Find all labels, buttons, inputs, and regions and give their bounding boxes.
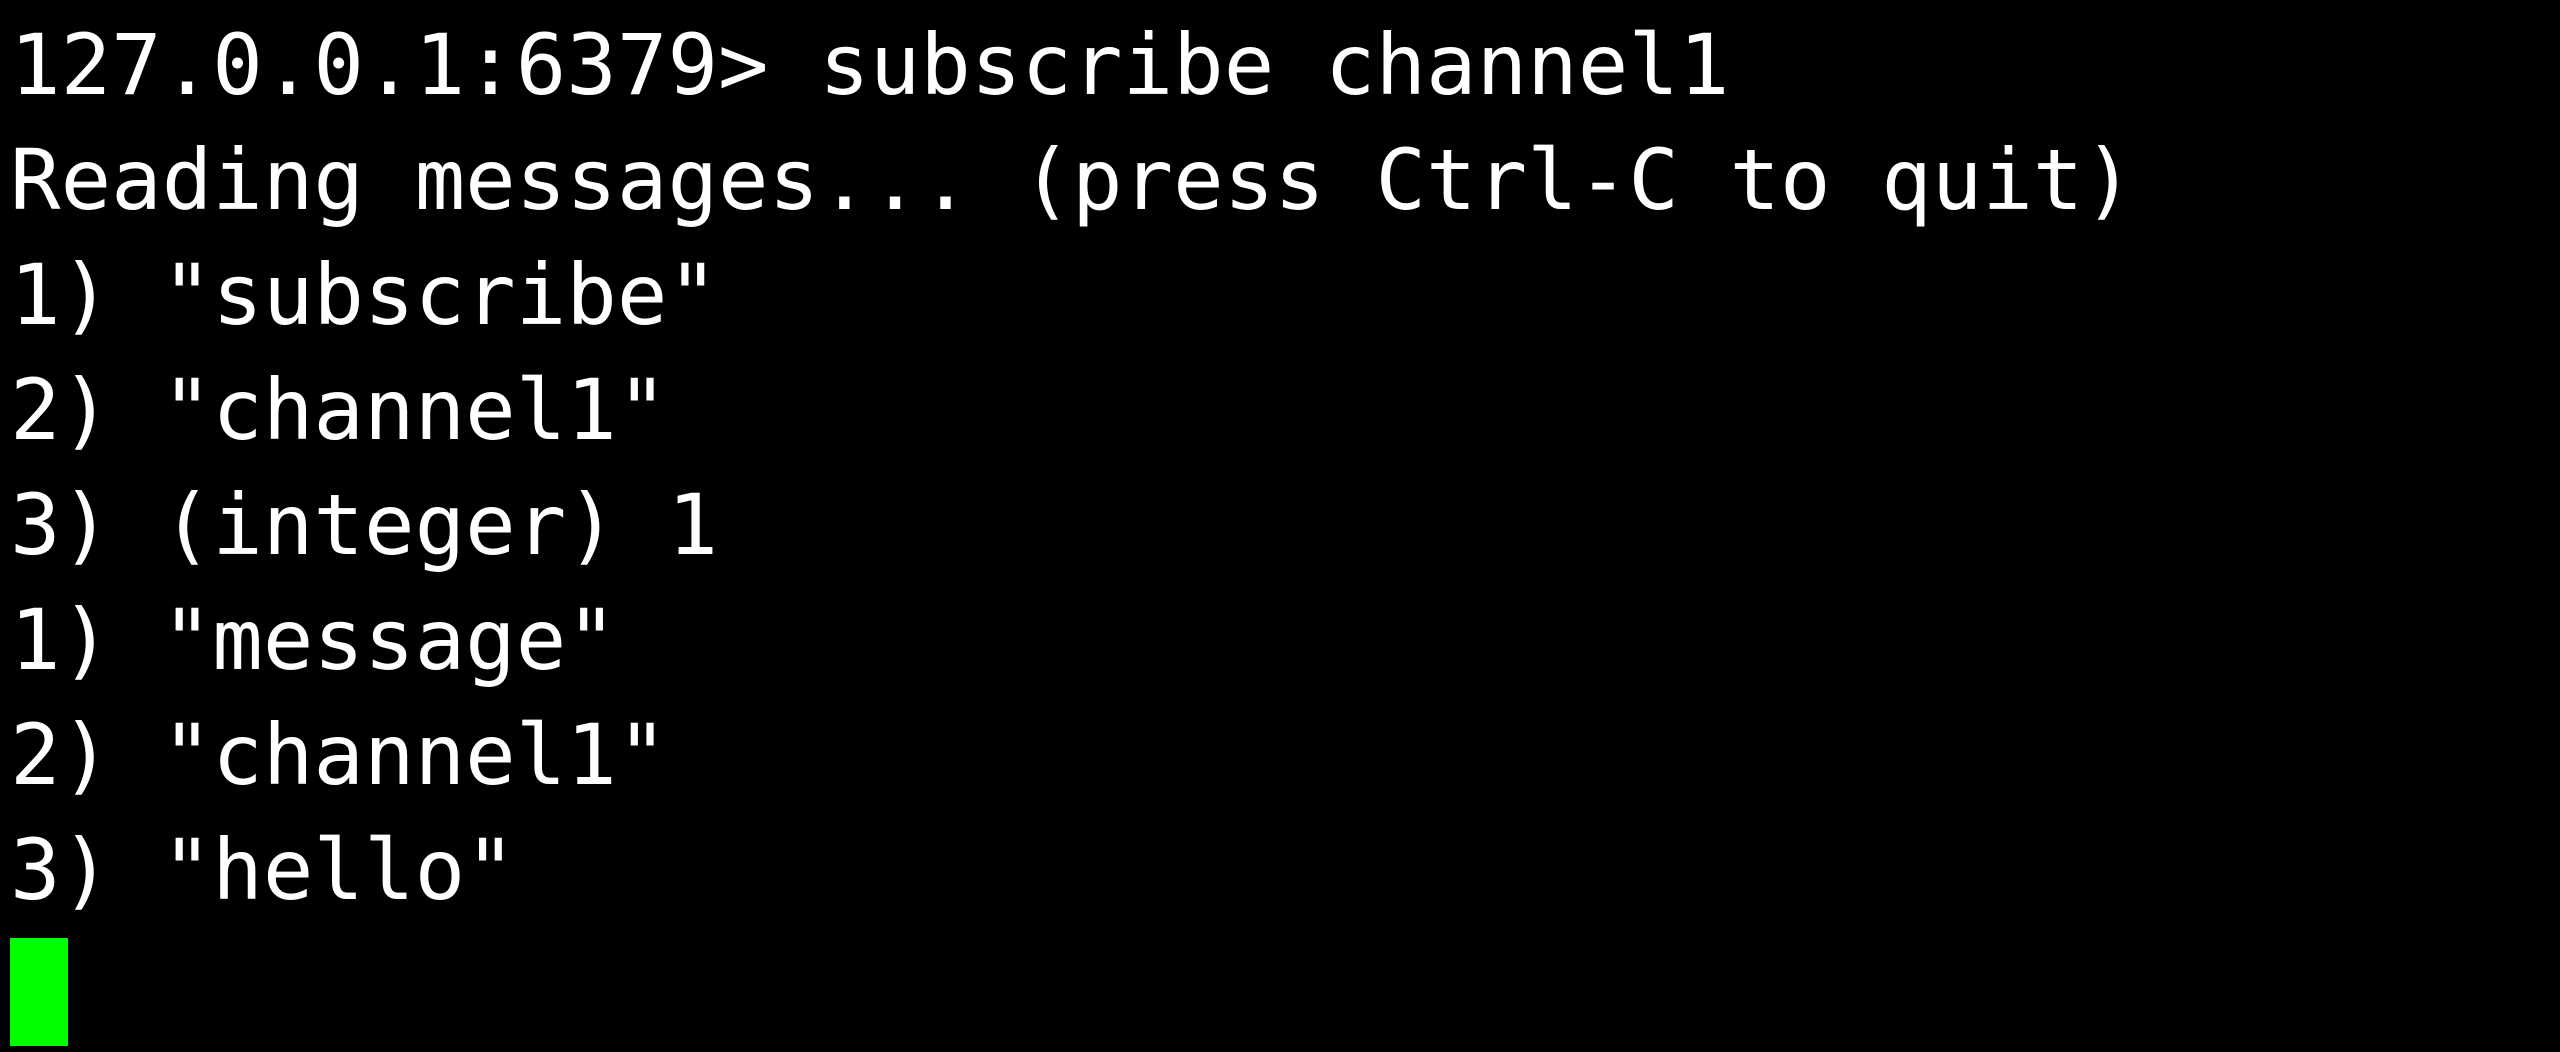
output-line: 3) "hello" [10, 821, 516, 919]
output-line: 2) "channel1" [10, 361, 668, 459]
output-line: 3) (integer) 1 [10, 476, 719, 574]
input-line[interactable] [10, 928, 2560, 1046]
output-line: 1) "subscribe" [10, 246, 719, 344]
output-line: 1) "message" [10, 591, 617, 689]
status-line: Reading messages... (press Ctrl-C to qui… [10, 131, 2135, 229]
terminal-window[interactable]: 127.0.0.1:6379> subscribe channel1 Readi… [0, 0, 2560, 1052]
output-line: 2) "channel1" [10, 706, 668, 804]
text-cursor [10, 937, 68, 1046]
prompt-line: 127.0.0.1:6379> subscribe channel1 [10, 16, 1730, 114]
